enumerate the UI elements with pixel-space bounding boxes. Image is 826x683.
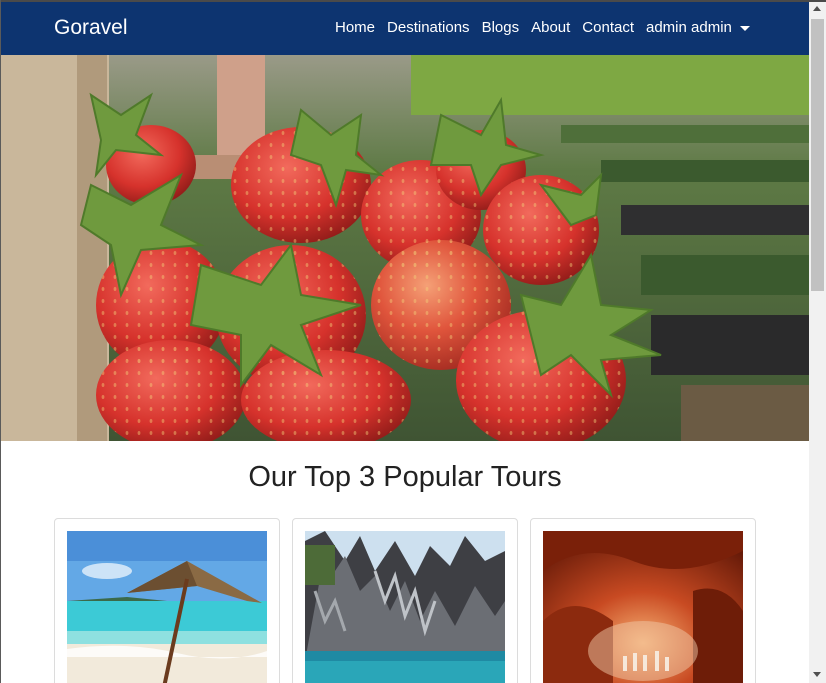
- strawberries-photo: [1, 55, 809, 441]
- nav-about[interactable]: About: [531, 19, 570, 37]
- scroll-down-arrow-icon[interactable]: [813, 672, 821, 677]
- nav-home[interactable]: Home: [335, 19, 375, 37]
- nav-links: Home Destinations Blogs About Contact ad…: [335, 19, 750, 37]
- limestone-lagoon-photo[interactable]: [305, 531, 505, 683]
- page-scrollbar[interactable]: [809, 2, 826, 683]
- tour-card[interactable]: [530, 518, 756, 683]
- user-menu-dropdown[interactable]: admin admin: [646, 19, 750, 37]
- brand-logo[interactable]: Goravel: [54, 16, 128, 40]
- scroll-up-arrow-icon[interactable]: [813, 6, 821, 11]
- scrollbar-thumb[interactable]: [811, 19, 824, 291]
- nav-destinations[interactable]: Destinations: [387, 19, 470, 37]
- section-title: Our Top 3 Popular Tours: [248, 461, 562, 493]
- page-viewport: Goravel Home Destinations Blogs About Co…: [1, 2, 809, 683]
- tour-card[interactable]: [292, 518, 518, 683]
- hero-banner-image: [1, 55, 809, 441]
- user-menu-label: admin admin: [646, 19, 732, 36]
- underground-cave-photo[interactable]: [543, 531, 743, 683]
- nav-blogs[interactable]: Blogs: [482, 19, 520, 37]
- nav-contact[interactable]: Contact: [582, 19, 634, 37]
- navbar: Goravel Home Destinations Blogs About Co…: [1, 2, 809, 55]
- beach-umbrella-photo[interactable]: [67, 531, 267, 683]
- tour-card[interactable]: [54, 518, 280, 683]
- caret-down-icon: [739, 25, 750, 31]
